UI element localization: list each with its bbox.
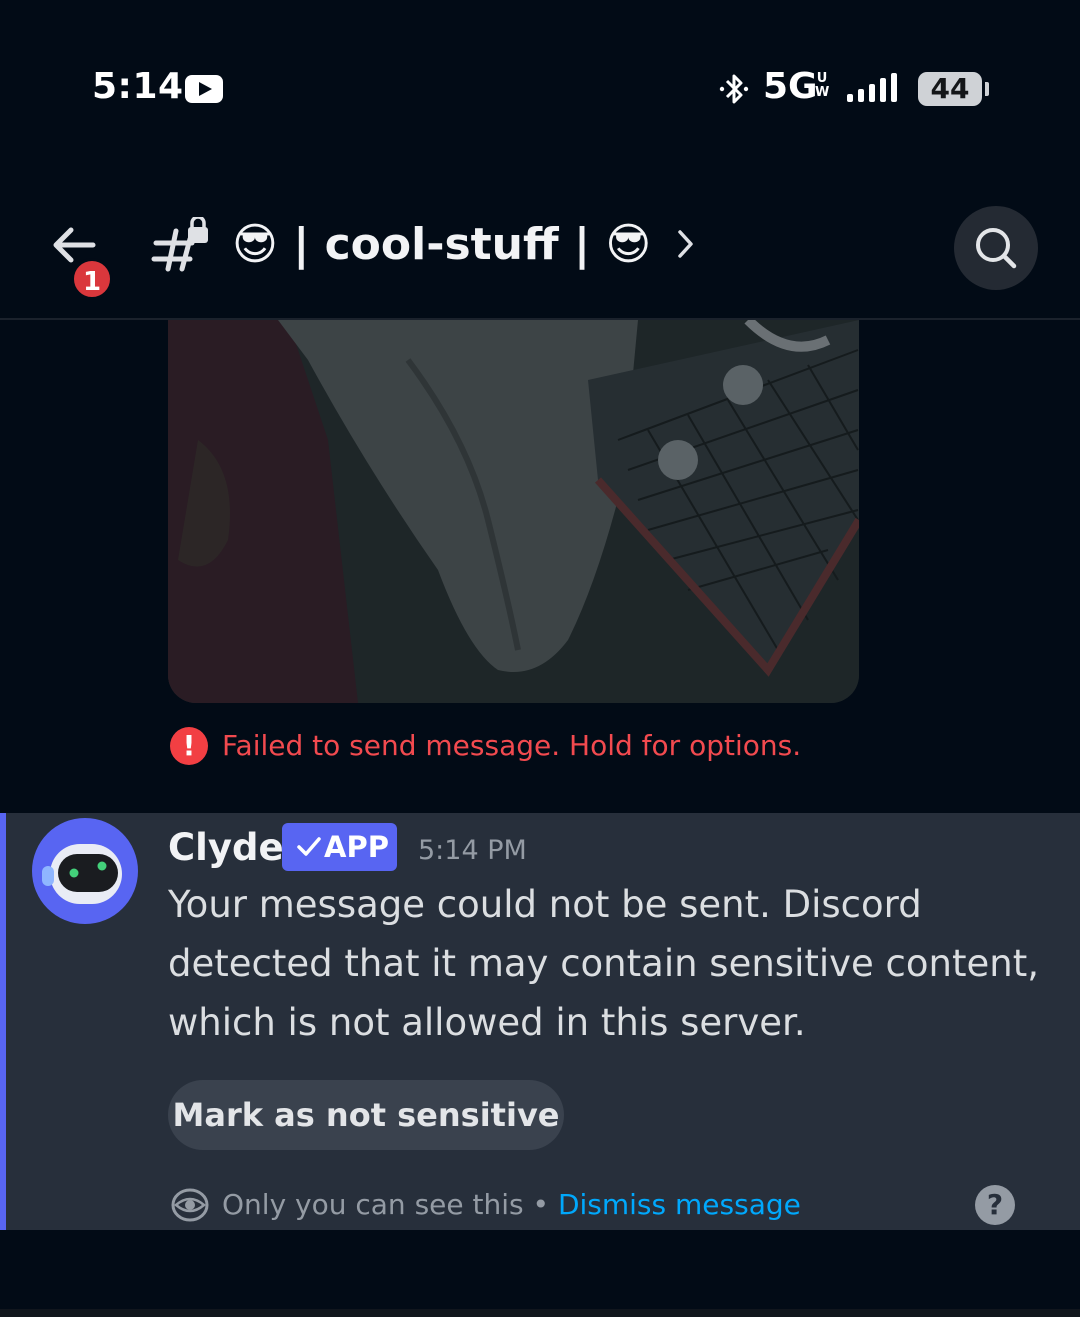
checkmark-icon	[297, 837, 321, 856]
clyde-robot-icon	[42, 844, 122, 904]
chevron-right-icon[interactable]	[676, 228, 696, 260]
attachment-image	[168, 320, 859, 703]
battery-tip	[985, 82, 989, 96]
error-icon: !	[170, 727, 208, 765]
help-icon[interactable]: ?	[975, 1185, 1015, 1225]
locked-channel-hash-icon	[151, 217, 208, 272]
only-you-text: Only you can see this	[222, 1188, 524, 1221]
network-type: 5G	[763, 66, 818, 107]
network-uw-label: UW	[815, 71, 830, 100]
youtube-notification-icon	[185, 75, 223, 103]
failed-image-attachment[interactable]	[168, 320, 859, 703]
message-timestamp: 5:14 PM	[418, 835, 527, 866]
bluetooth-icon	[719, 74, 749, 104]
ephemeral-notice: Only you can see this • Dismiss message	[222, 1183, 801, 1227]
channel-title[interactable]: 😎 | cool-stuff | 😎	[232, 215, 651, 275]
status-time: 5:14	[92, 66, 184, 107]
channel-header: 1 😎 | cool-stuff | 😎	[0, 175, 1080, 320]
dismiss-message-link[interactable]: Dismiss message	[558, 1188, 801, 1221]
signal-strength-icon	[847, 73, 897, 102]
clyde-ephemeral-message[interactable]: Clyde APP 5:14 PM Your message could not…	[0, 813, 1080, 1230]
avatar[interactable]	[32, 818, 138, 924]
mark-not-sensitive-button[interactable]: Mark as not sensitive	[168, 1080, 564, 1150]
battery-level: 44	[930, 72, 970, 105]
message-accent-bar	[0, 813, 6, 1230]
author-name[interactable]: Clyde	[168, 823, 284, 873]
message-body: Your message could not be sent. Discord …	[168, 883, 1039, 1044]
app-badge-label: APP	[324, 830, 389, 864]
app-badge: APP	[282, 823, 397, 871]
status-bar: 5:14 5G UW 44	[0, 0, 1080, 175]
search-icon	[976, 228, 1017, 269]
send-failed-text: Failed to send message. Hold for options…	[222, 729, 802, 762]
unread-badge: 1	[71, 258, 113, 300]
search-button[interactable]	[954, 206, 1038, 290]
bottom-edge	[0, 1309, 1080, 1317]
battery-icon: 44	[918, 72, 982, 106]
eye-icon	[171, 1188, 209, 1222]
separator: •	[523, 1188, 558, 1221]
